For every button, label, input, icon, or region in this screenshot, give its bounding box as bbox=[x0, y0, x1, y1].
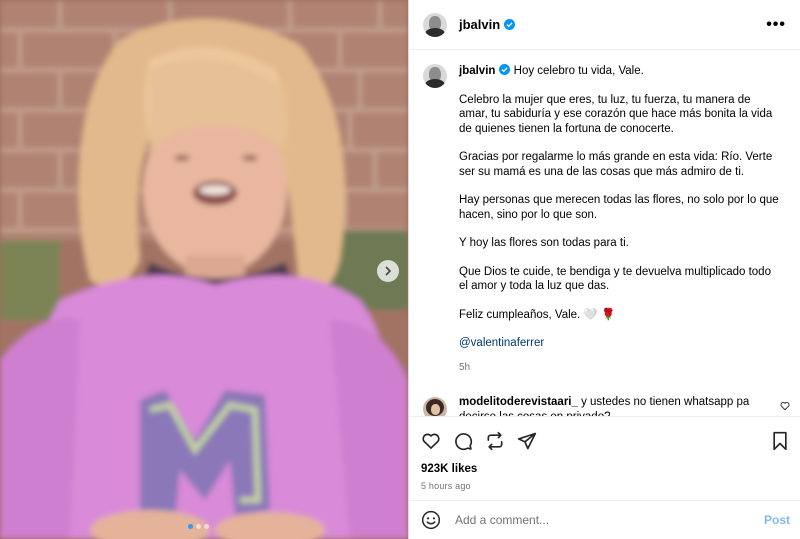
next-slide-button[interactable] bbox=[377, 260, 399, 282]
verified-badge-icon bbox=[499, 64, 511, 75]
carousel-dot bbox=[196, 524, 201, 529]
post-header: jbalvin ••• bbox=[409, 0, 800, 50]
like-comment-icon[interactable] bbox=[780, 401, 790, 411]
commenter-username[interactable]: modelitoderevistaari_ bbox=[459, 396, 578, 408]
bookmark-icon[interactable] bbox=[770, 431, 790, 451]
post-side-panel: jbalvin ••• jbalvin Hoy celebro tu vida,… bbox=[408, 0, 800, 539]
post-caption: jbalvin Hoy celebro tu vida, Vale. Celeb… bbox=[409, 50, 800, 375]
caption-author-username[interactable]: jbalvin bbox=[459, 65, 495, 77]
more-options-button[interactable]: ••• bbox=[766, 16, 786, 34]
chevron-right-icon bbox=[385, 266, 392, 276]
caption-timestamp[interactable]: 5h bbox=[459, 361, 779, 376]
mention-link[interactable]: @valentinaferrer bbox=[459, 337, 544, 349]
comment-input[interactable] bbox=[453, 512, 764, 528]
carousel-dot-active bbox=[188, 524, 193, 529]
carousel-indicator bbox=[188, 524, 209, 529]
post-actions: 923K likes 5 hours ago bbox=[409, 416, 800, 501]
comments-section[interactable]: jbalvin Hoy celebro tu vida, Vale. Celeb… bbox=[409, 50, 800, 416]
likes-count[interactable]: 923K likes bbox=[409, 453, 800, 475]
post-timestamp[interactable]: 5 hours ago bbox=[409, 475, 800, 491]
post-comment-button[interactable]: Post bbox=[764, 513, 790, 527]
caption-author-avatar[interactable] bbox=[423, 64, 447, 88]
author-username[interactable]: jbalvin bbox=[459, 17, 500, 32]
carousel-dot bbox=[204, 524, 209, 529]
caption-line: Hay personas que merecen todas las flore… bbox=[459, 194, 782, 221]
commenter-avatar[interactable] bbox=[423, 397, 447, 416]
post-image[interactable] bbox=[0, 0, 408, 539]
caption-line: Hoy celebro tu vida, Vale. bbox=[513, 65, 644, 77]
repost-icon[interactable] bbox=[485, 431, 505, 451]
comment-icon[interactable] bbox=[453, 431, 473, 451]
caption-line: Gracias por regalarme lo más grande en e… bbox=[459, 151, 776, 178]
author-avatar[interactable] bbox=[423, 12, 447, 37]
heart-icon[interactable] bbox=[421, 431, 441, 451]
verified-badge-icon bbox=[504, 19, 516, 30]
emoji-icon[interactable] bbox=[421, 510, 441, 530]
caption-line: Feliz cumpleaños, Vale. 🤍 🌹 bbox=[459, 308, 616, 321]
add-comment-bar: Post bbox=[409, 500, 800, 539]
caption-line: Y hoy las flores son todas para ti. bbox=[459, 237, 629, 249]
caption-line: Celebro la mujer que eres, tu luz, tu fu… bbox=[459, 93, 776, 135]
child-photo bbox=[0, 0, 408, 539]
comment-item: modelitoderevistaari_ y ustedes no tiene… bbox=[409, 375, 800, 416]
share-icon[interactable] bbox=[517, 431, 537, 451]
caption-line: Que Dios te cuide, te bendiga y te devue… bbox=[459, 265, 775, 293]
